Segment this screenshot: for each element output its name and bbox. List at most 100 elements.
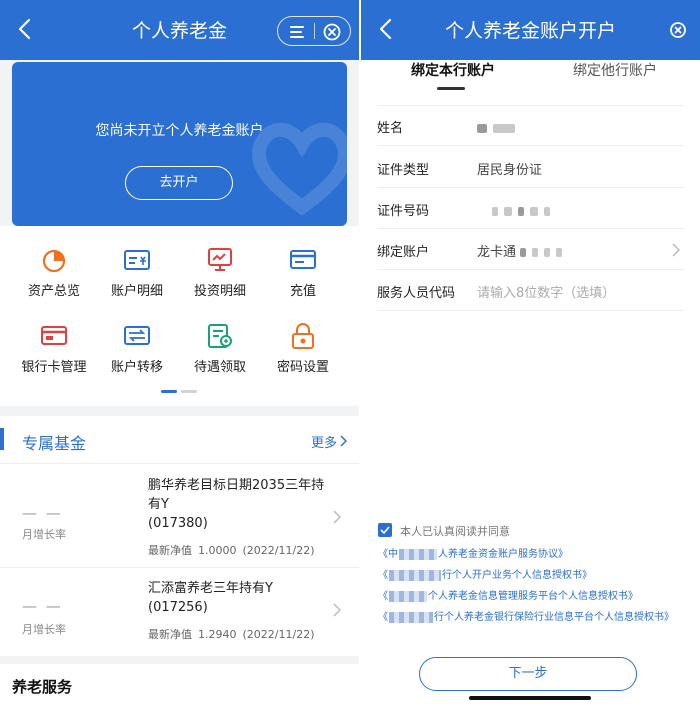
open-account-button[interactable]: 去开户 [125, 166, 233, 200]
page-title: 个人养老金账户开户 [444, 20, 616, 42]
top-bar: 个人养老金 [0, 0, 359, 60]
close-icon[interactable] [321, 21, 343, 43]
exclusive-funds-section: 专属基金 更多 — — 月增长率 鹏华养老目标日期2035三年持有Y (0173… [0, 416, 359, 673]
fund-name-text: 汇添富养老三年持有Y [148, 581, 273, 596]
menu-item-benefit-claim[interactable]: 待遇领取 [175, 322, 265, 375]
masked-bank-name [389, 611, 433, 623]
fund-nav-label: 最新净值 [148, 628, 192, 641]
doc-link-text: 《 [378, 612, 388, 623]
doc-link-text: 行个人养老金银行保险行业信息平台个人信息授权书》 [434, 612, 674, 623]
agreement-text: 本人已认真阅读并同意 [400, 525, 510, 538]
menu-label: 银行卡管理 [21, 360, 87, 375]
pension-services-section: 养老服务 [0, 664, 359, 707]
menu-item-bank-card[interactable]: 银行卡管理 [9, 322, 99, 375]
id-number-label: 证件号码 [377, 204, 430, 219]
fund-code: (017380) [148, 516, 208, 531]
section-accent-bar [0, 428, 4, 450]
doc-link-text: 《 [378, 570, 388, 581]
pension-home-screen: 个人养老金 您尚未开立个人养老金账户 去开户 资产总览 账户明细 投资明细 充值 [0, 0, 359, 707]
close-icon[interactable] [668, 20, 688, 40]
doc-link-text: 行个人开户业务个人信息授权书》 [442, 570, 592, 581]
section-title: 专属基金 [22, 434, 87, 453]
doc-link-text: 人养老金资金账户服务协议》 [438, 549, 568, 560]
id-type-label: 证件类型 [377, 163, 430, 178]
chevron-right-icon [333, 603, 341, 617]
next-step-button[interactable]: 下一步 [419, 657, 637, 691]
menu-label: 待遇领取 [193, 360, 246, 375]
doc-link-text: 《 [378, 591, 388, 602]
name-label: 姓名 [377, 121, 404, 136]
top-bar: 个人养老金账户开户 [361, 0, 700, 60]
masked-bank-name [399, 548, 437, 560]
account-transfer-icon [124, 326, 150, 345]
doc-link-3[interactable]: 《 个人养老金信息管理服务平台个人信息授权书》 [378, 588, 688, 605]
section-gap [0, 656, 359, 664]
section-title: 养老服务 [12, 678, 73, 696]
menu-item-password-settings[interactable]: 密码设置 [258, 322, 348, 375]
fund-nav: 最新净值 1.2940 (2022/11/22) [148, 626, 314, 642]
capsule-divider [314, 23, 315, 39]
fund-nav-date: (2022/11/22) [242, 628, 315, 641]
doc-link-text: 个人养老金信息管理服务平台个人信息授权书》 [428, 591, 638, 602]
bound-account-value: 龙卡通 [477, 241, 568, 260]
staff-code-row: 服务人员代码 请输入8位数字（选填） [377, 271, 684, 311]
name-row: 姓名 [377, 106, 684, 146]
menu-label: 资产总览 [27, 284, 80, 299]
fund-code: (017256) [148, 600, 208, 615]
open-account-banner: 您尚未开立个人养老金账户 去开户 [12, 62, 347, 226]
fund-nav-value: 1.2940 [198, 628, 237, 641]
check-icon [380, 526, 390, 535]
id-type-value: 居民身份证 [477, 163, 543, 178]
id-number-row: 证件号码 [377, 189, 684, 229]
account-opening-screen: 个人养老金账户开户 绑定本行账户 绑定他行账户 姓名 证件类型 居民身份证 证件… [361, 0, 700, 707]
staff-code-label: 服务人员代码 [377, 286, 456, 301]
doc-link-1[interactable]: 《中 人养老金资金账户服务协议》 [378, 546, 688, 563]
menu-label: 充值 [289, 284, 316, 299]
card-recharge-icon [290, 250, 316, 269]
masked-bank-name [389, 590, 427, 602]
fund-nav: 最新净值 1.0000 (2022/11/22) [148, 542, 314, 558]
doc-link-text: 《中 [378, 549, 398, 560]
bound-account-row[interactable]: 绑定账户 龙卡通 [377, 230, 684, 270]
binding-tabs: 绑定本行账户 绑定他行账户 [361, 60, 700, 100]
menu-item-investment-detail[interactable]: 投资明细 [175, 246, 265, 299]
tab-bind-other-bank[interactable]: 绑定他行账户 [573, 60, 657, 80]
card-type: 龙卡通 [477, 245, 517, 260]
agreement-checkbox[interactable] [378, 523, 392, 537]
pie-chart-icon [42, 249, 66, 273]
fund-nav-date: (2022/11/22) [242, 544, 315, 557]
masked-bank-name [389, 569, 441, 581]
page-indicator-active [161, 390, 177, 393]
fund-item[interactable]: — — 月增长率 鹏华养老目标日期2035三年持有Y (017380) 最新净值… [0, 464, 359, 568]
fund-rate-label: 月增长率 [22, 623, 66, 636]
staff-code-input[interactable]: 请输入8位数字（选填） [477, 282, 615, 301]
id-type-row: 证件类型 居民身份证 [377, 148, 684, 188]
home-indicator [469, 696, 591, 700]
fund-name-text: 鹏华养老目标日期2035三年持有Y [148, 478, 325, 512]
function-grid: 资产总览 账户明细 投资明细 充值 银行卡管理 账户转移 待遇领取 密码设置 [0, 226, 359, 406]
fund-nav-label: 最新净值 [148, 544, 192, 557]
page-indicator-inactive [181, 390, 197, 393]
fund-rate: — — [22, 504, 63, 522]
section-header: 专属基金 更多 [0, 416, 359, 464]
menu-label: 账户转移 [110, 360, 163, 375]
menu-item-asset-overview[interactable]: 资产总览 [9, 246, 99, 299]
more-link[interactable]: 更多 [311, 432, 337, 451]
fund-name: 鹏华养老目标日期2035三年持有Y (017380) [148, 476, 333, 533]
bank-card-icon [41, 326, 67, 345]
fund-rate: — — [22, 597, 63, 615]
menu-label: 账户明细 [110, 284, 163, 299]
bound-account-label: 绑定账户 [377, 245, 430, 260]
chevron-right-icon[interactable] [672, 243, 680, 257]
menu-icon[interactable] [286, 21, 308, 43]
menu-item-account-detail[interactable]: 账户明细 [92, 246, 182, 299]
chevron-right-icon[interactable] [339, 435, 347, 447]
doc-link-4[interactable]: 《 行个人养老金银行保险行业信息平台个人信息授权书》 [378, 609, 688, 626]
menu-item-account-transfer[interactable]: 账户转移 [92, 322, 182, 375]
fund-name: 汇添富养老三年持有Y (017256) [148, 579, 333, 617]
menu-item-recharge[interactable]: 充值 [258, 246, 348, 299]
chevron-right-icon [333, 510, 341, 524]
doc-link-2[interactable]: 《 行个人开户业务个人信息授权书》 [378, 567, 688, 584]
id-number-value-masked [492, 204, 556, 219]
tab-bind-own-bank[interactable]: 绑定本行账户 [411, 60, 495, 80]
